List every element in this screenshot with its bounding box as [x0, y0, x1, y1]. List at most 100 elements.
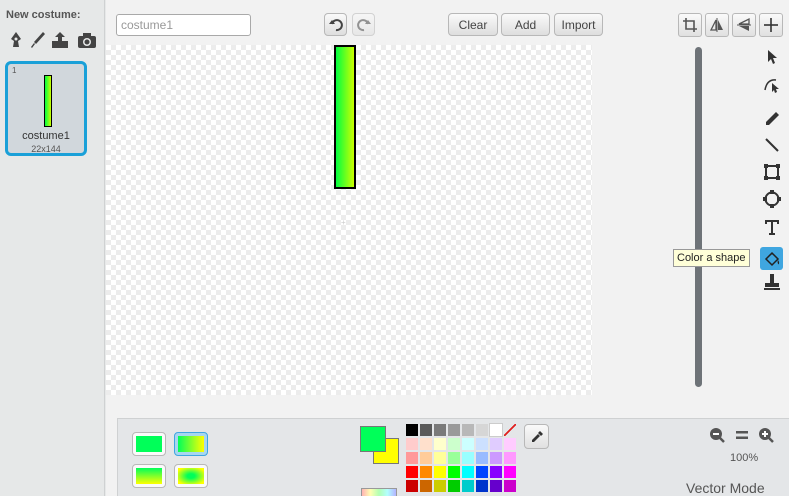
line-icon [764, 137, 779, 152]
palette-swatch[interactable] [476, 424, 488, 436]
tooltip: Color a shape [673, 249, 750, 267]
line-tool[interactable] [760, 133, 783, 156]
camera-icon[interactable] [77, 30, 97, 50]
palette-swatch[interactable] [489, 423, 503, 437]
palette-swatch[interactable] [406, 424, 418, 436]
costume-name: costume1 [22, 130, 70, 142]
mode-label: Vector Mode [686, 480, 765, 496]
flip-vertical-icon [737, 17, 751, 31]
costume-thumbnail [44, 75, 52, 127]
fill-vertical-gradient-swatch[interactable] [132, 464, 166, 488]
drawing-canvas[interactable]: + [106, 45, 592, 395]
zoom-in-icon [759, 428, 774, 443]
palette-swatch[interactable] [448, 466, 460, 478]
palette-swatch[interactable] [504, 480, 516, 492]
costume-shape[interactable] [334, 45, 356, 189]
no-color-swatch[interactable] [504, 424, 516, 436]
palette-swatch[interactable] [448, 424, 460, 436]
stamp-tool[interactable] [760, 270, 783, 293]
fill-horizontal-gradient-swatch[interactable] [174, 432, 208, 456]
fill-solid-swatch[interactable] [132, 432, 166, 456]
costume-tile[interactable]: 1 costume1 22x144 [5, 61, 87, 156]
palette-swatch[interactable] [490, 466, 502, 478]
palette-swatch[interactable] [448, 438, 460, 450]
pencil-tool[interactable] [760, 107, 783, 130]
palette-swatch[interactable] [420, 480, 432, 492]
palette-swatch[interactable] [504, 452, 516, 464]
arrow-pointer-icon [767, 49, 777, 64]
palette-swatch[interactable] [420, 452, 432, 464]
undo-button[interactable] [324, 13, 347, 36]
brush-icon[interactable] [28, 30, 48, 50]
palette-swatch[interactable] [462, 424, 474, 436]
zoom-out-button[interactable] [706, 424, 728, 446]
undo-icon [328, 18, 343, 31]
palette-swatch[interactable] [462, 438, 474, 450]
text-icon [764, 219, 779, 235]
palette-swatch[interactable] [448, 480, 460, 492]
flip-horizontal-button[interactable] [705, 13, 729, 37]
palette-swatch[interactable] [420, 438, 432, 450]
costume-name-input[interactable] [116, 14, 251, 36]
reshape-icon [763, 78, 779, 93]
palette-swatch[interactable] [504, 438, 516, 450]
select-tool[interactable] [760, 45, 783, 68]
palette-swatch[interactable] [476, 480, 488, 492]
new-costume-label: New costume: [6, 9, 81, 21]
costume-number: 1 [12, 66, 17, 75]
paint-new-costume-icon[interactable] [6, 30, 26, 50]
palette-swatch[interactable] [462, 480, 474, 492]
set-costume-center-button[interactable] [759, 13, 783, 37]
palette-swatch[interactable] [434, 438, 446, 450]
color-picker-bar[interactable] [361, 488, 397, 496]
palette-swatch[interactable] [434, 452, 446, 464]
palette-swatch[interactable] [490, 480, 502, 492]
palette-swatch[interactable] [476, 452, 488, 464]
primary-color-swatch[interactable] [360, 426, 386, 452]
redo-button[interactable] [352, 13, 375, 36]
eyedropper-button[interactable] [524, 424, 549, 449]
palette-swatch[interactable] [490, 438, 502, 450]
eyedropper-icon [531, 430, 543, 442]
color-palette [406, 423, 516, 492]
add-button[interactable]: Add [501, 13, 550, 36]
palette-swatch[interactable] [406, 466, 418, 478]
stamp-icon [763, 273, 780, 290]
palette-swatch[interactable] [476, 466, 488, 478]
paint-bucket-icon [764, 251, 779, 266]
import-button[interactable]: Import [554, 13, 603, 36]
fill-radial-gradient-swatch[interactable] [174, 464, 208, 488]
palette-swatch[interactable] [462, 452, 474, 464]
canvas-scrollbar[interactable] [695, 47, 702, 387]
palette-swatch[interactable] [434, 424, 446, 436]
zoom-in-button[interactable] [755, 424, 777, 446]
flip-vertical-button[interactable] [732, 13, 756, 37]
palette-swatch[interactable] [504, 466, 516, 478]
palette-swatch[interactable] [490, 452, 502, 464]
redo-icon [356, 18, 371, 31]
flip-horizontal-icon [709, 18, 723, 32]
palette-swatch[interactable] [420, 424, 432, 436]
ellipse-icon [762, 189, 781, 208]
center-mark: + [341, 218, 346, 227]
palette-swatch[interactable] [406, 438, 418, 450]
palette-swatch[interactable] [434, 480, 446, 492]
palette-swatch[interactable] [406, 480, 418, 492]
zoom-out-icon [710, 428, 725, 443]
palette-swatch[interactable] [406, 452, 418, 464]
zoom-reset-button[interactable] [731, 424, 753, 446]
upload-icon[interactable] [50, 30, 70, 50]
ellipse-tool[interactable] [760, 187, 783, 210]
text-tool[interactable] [760, 215, 783, 238]
fill-color-tool[interactable] [760, 247, 783, 270]
palette-swatch[interactable] [476, 438, 488, 450]
clear-button[interactable]: Clear [448, 13, 498, 36]
rectangle-tool[interactable] [760, 160, 783, 183]
palette-swatch[interactable] [420, 466, 432, 478]
reshape-tool[interactable] [760, 73, 783, 96]
palette-swatch[interactable] [448, 452, 460, 464]
rectangle-icon [763, 163, 780, 180]
palette-swatch[interactable] [434, 466, 446, 478]
crop-tool-button[interactable] [678, 13, 702, 37]
palette-swatch[interactable] [462, 466, 474, 478]
